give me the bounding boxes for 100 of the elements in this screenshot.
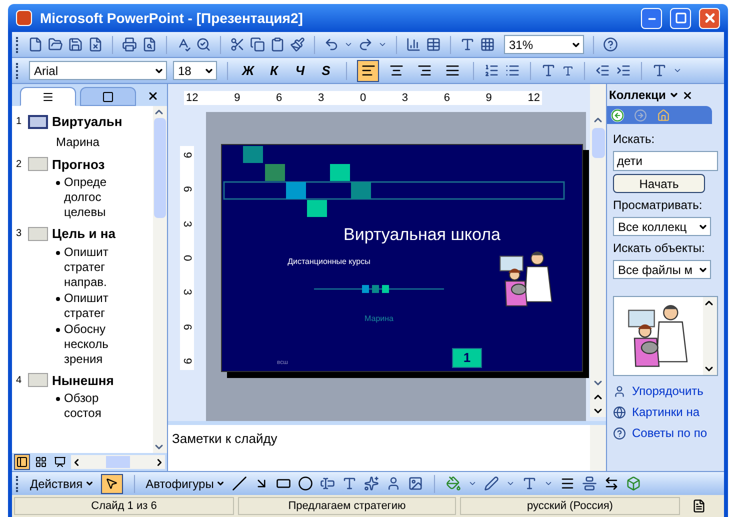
autoshapes-menu[interactable]: Автофигуры — [146, 474, 225, 492]
rectangle-icon[interactable] — [276, 476, 291, 491]
pane-tab[interactable] — [80, 87, 136, 106]
slide-title[interactable]: Цель и на — [52, 224, 116, 244]
select-pointer-button[interactable] — [100, 474, 123, 494]
slide-title[interactable]: Нынешня — [52, 370, 114, 390]
caret-icon[interactable] — [468, 479, 477, 488]
task-link[interactable]: Советы по по — [632, 424, 707, 442]
close-icon[interactable] — [147, 90, 159, 102]
app-logo-icon — [16, 10, 32, 26]
bullet-text: несколь — [64, 336, 108, 352]
close-button[interactable] — [699, 8, 720, 28]
fill-color-icon[interactable] — [446, 476, 461, 491]
minimize-button[interactable] — [641, 8, 662, 28]
line-color-icon[interactable] — [484, 476, 499, 491]
font-style-button[interactable]: Ч — [290, 60, 310, 80]
copy-icon[interactable] — [250, 37, 265, 52]
table-icon[interactable] — [426, 37, 441, 52]
status-text: Слайд 1 из 6 — [14, 497, 234, 515]
back-icon[interactable] — [611, 108, 624, 122]
maximize-button[interactable] — [670, 8, 691, 28]
results-list[interactable] — [613, 296, 718, 376]
ruler-number: 6 — [276, 91, 282, 105]
bullet-list-icon[interactable] — [505, 63, 520, 78]
numbered-list-icon[interactable] — [484, 63, 499, 78]
vertical-scrollbar[interactable] — [590, 84, 606, 417]
redo-icon[interactable] — [358, 37, 373, 52]
printer-icon[interactable] — [122, 37, 137, 52]
grid-icon[interactable] — [480, 37, 495, 52]
bullet-text: зрения — [64, 352, 104, 366]
slide-subtitle: Дистанционные курсы — [288, 256, 370, 268]
save-icon[interactable] — [68, 37, 83, 52]
pane-tab[interactable] — [20, 87, 76, 106]
text-box-icon[interactable] — [320, 476, 335, 491]
scroll-thumb[interactable] — [592, 128, 604, 158]
caret-icon[interactable] — [506, 479, 515, 488]
view-button[interactable] — [14, 454, 30, 470]
picture-icon[interactable] — [408, 476, 423, 491]
scissors-icon[interactable] — [230, 37, 245, 52]
font-style-button[interactable]: Ж — [238, 60, 258, 80]
media-types-dropdown[interactable]: Все файлы м — [613, 260, 711, 279]
research-icon[interactable] — [196, 37, 211, 52]
slide-author: Марина — [364, 312, 394, 324]
slide-number: 3 — [16, 227, 23, 242]
font-style-button[interactable]: К — [264, 60, 284, 80]
actions-menu[interactable]: Действия — [30, 474, 94, 492]
bullet-icon — [56, 397, 60, 401]
line-style-icon[interactable] — [560, 476, 575, 491]
undo-icon[interactable] — [324, 37, 339, 52]
slide-number: 2 — [16, 158, 23, 172]
bullet-icon — [56, 250, 60, 254]
scroll-thumb[interactable] — [106, 456, 130, 468]
slide-title[interactable]: Виртуальн — [52, 112, 122, 132]
font-style-button[interactable]: S — [316, 60, 336, 80]
line-icon[interactable] — [232, 476, 247, 491]
arrow-style-icon[interactable] — [604, 476, 619, 491]
font-color-icon[interactable] — [652, 63, 667, 78]
font-dropdown[interactable]: Arial — [29, 61, 167, 80]
view-button[interactable] — [33, 454, 49, 470]
spelling-icon[interactable] — [176, 37, 191, 52]
clipboard-icon[interactable] — [270, 37, 285, 52]
task-link[interactable]: Картинки на — [632, 403, 700, 421]
print-preview-icon[interactable] — [142, 37, 157, 52]
indent-increase-icon[interactable] — [616, 63, 631, 78]
new-document-icon[interactable] — [28, 37, 43, 52]
task-link[interactable]: Упорядочить — [632, 382, 704, 400]
browse-label: Просматривать: — [613, 197, 704, 214]
vertical-scrollbar[interactable] — [153, 106, 167, 453]
caret-icon[interactable] — [673, 66, 682, 75]
caret-icon[interactable] — [344, 40, 353, 49]
slide-icon[interactable] — [28, 114, 48, 129]
zoom-dropdown[interactable]: 31% — [504, 35, 584, 54]
scroll-thumb[interactable] — [154, 118, 166, 218]
ruler-number: 6 — [180, 322, 194, 332]
go-button[interactable]: Начать — [613, 174, 705, 193]
indent-decrease-icon[interactable] — [595, 63, 610, 78]
collections-dropdown[interactable]: Все коллекц — [613, 217, 711, 236]
paintbrush-icon[interactable] — [290, 37, 305, 52]
ruler-number: 0 — [360, 91, 366, 105]
slide-title[interactable]: Прогноз — [52, 154, 105, 174]
caret-icon[interactable] — [378, 40, 387, 49]
font-color-icon[interactable] — [522, 476, 537, 491]
help-icon[interactable] — [603, 37, 618, 52]
caret-icon[interactable] — [544, 479, 553, 488]
align-button[interactable] — [357, 60, 379, 82]
oval-icon[interactable] — [298, 476, 313, 491]
globe-icon[interactable] — [613, 406, 626, 418]
horizontal-scrollbar[interactable] — [71, 455, 165, 469]
view-button[interactable] — [52, 454, 68, 470]
open-folder-icon[interactable] — [48, 37, 63, 52]
ruler-number: 9 — [234, 91, 240, 105]
ruler-number: 3 — [402, 91, 408, 105]
slide-number: 1 — [16, 115, 23, 130]
caret-icon[interactable] — [668, 90, 679, 100]
close-icon[interactable] — [682, 90, 693, 100]
search-field[interactable]: дети — [613, 151, 718, 171]
chart-icon[interactable] — [406, 37, 421, 52]
font-size-dropdown[interactable]: 18 — [173, 61, 217, 80]
help-icon[interactable] — [613, 426, 626, 440]
ruler-number: 9 — [180, 356, 194, 366]
